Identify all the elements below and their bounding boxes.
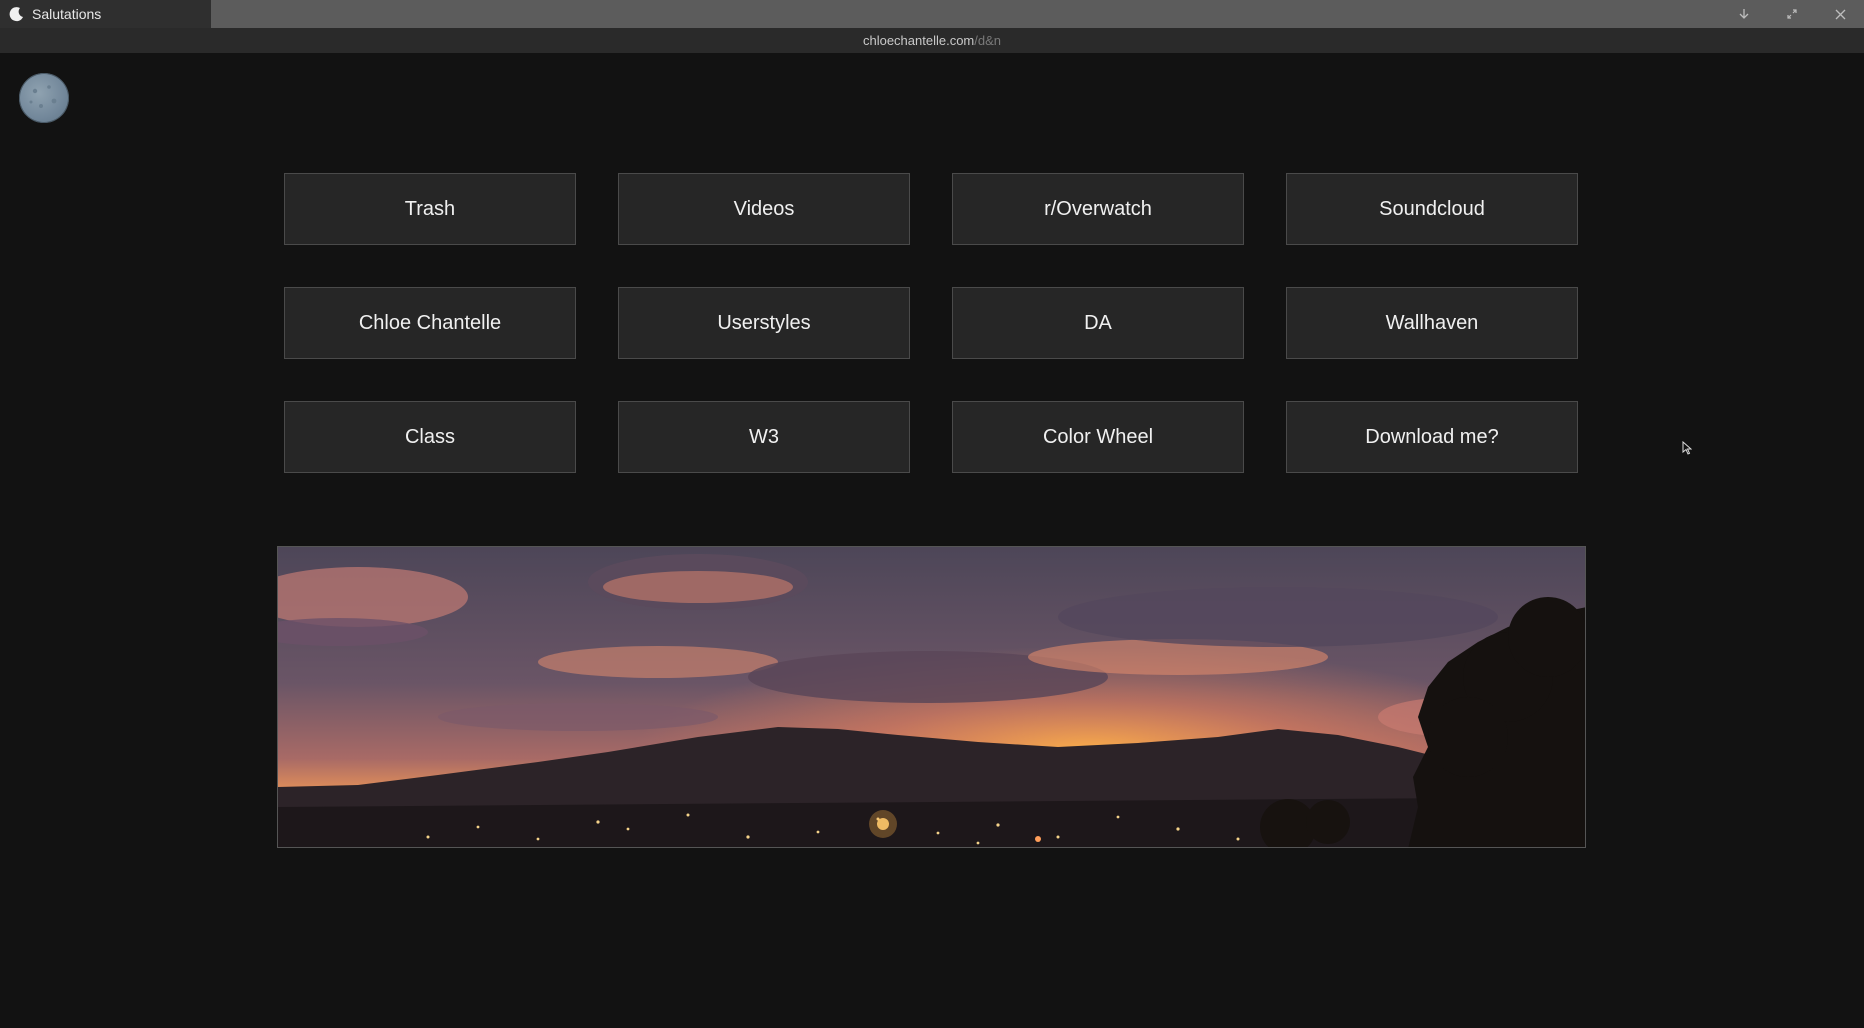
link-userstyles[interactable]: Userstyles [618,287,910,359]
link-soundcloud[interactable]: Soundcloud [1286,173,1578,245]
mouse-cursor-icon [1682,441,1692,455]
url-host: chloechantelle.com [862,33,975,48]
sunset-banner-image [277,546,1586,848]
link-da[interactable]: DA [952,287,1244,359]
link-trash[interactable]: Trash [284,173,576,245]
url-path: /d&n [974,33,1002,48]
download-icon [1739,9,1749,19]
link-color-wheel[interactable]: Color Wheel [952,401,1244,473]
link-videos[interactable]: Videos [618,173,910,245]
close-icon [1835,9,1845,19]
avatar[interactable] [19,73,69,123]
window-controls [1720,0,1864,28]
link-chloe-chantelle[interactable]: Chloe Chantelle [284,287,576,359]
window-titlebar: Salutations [0,0,1864,28]
moon-icon [9,7,23,22]
restore-icon [1787,9,1797,19]
browser-tab[interactable]: Salutations [0,0,211,28]
link-download-me[interactable]: Download me? [1286,401,1578,473]
address-bar[interactable]: chloechantelle.com/d&n [0,28,1864,53]
link-r-overwatch[interactable]: r/Overwatch [952,173,1244,245]
link-grid: Trash Videos r/Overwatch Soundcloud Chlo… [284,173,1578,473]
restore-button[interactable] [1768,0,1816,28]
tab-title: Salutations [32,6,102,22]
avatar-pattern-icon [29,85,57,108]
download-button[interactable] [1720,0,1768,28]
close-button[interactable] [1816,0,1864,28]
link-wallhaven[interactable]: Wallhaven [1286,287,1578,359]
link-w3[interactable]: W3 [618,401,910,473]
link-class[interactable]: Class [284,401,576,473]
city-sunset-panorama [278,547,1585,847]
